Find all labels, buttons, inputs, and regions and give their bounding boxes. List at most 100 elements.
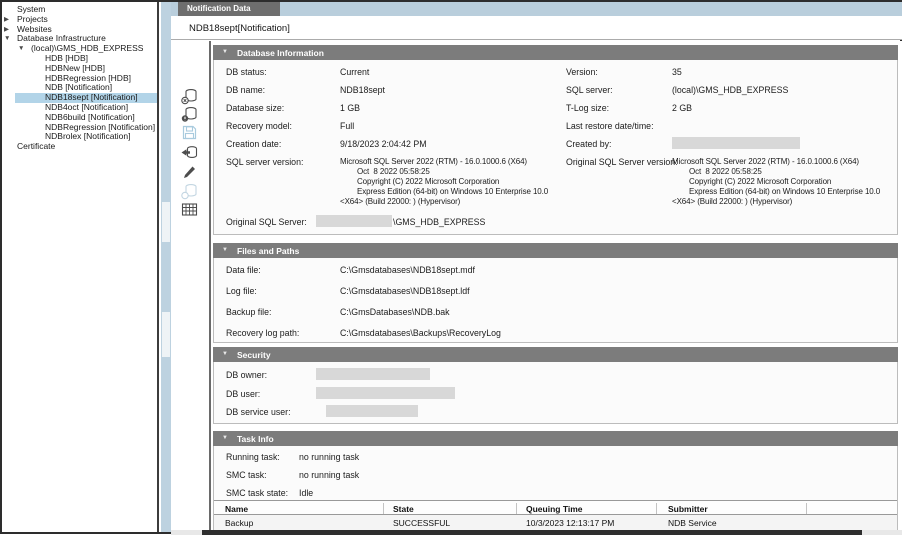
task-table: Name State Queuing Time Submitter Backup… [214,500,897,530]
field-value: no running task [299,470,359,480]
field-label: DB status: [226,67,267,77]
field-label: Recovery log path: [226,328,299,338]
table-grid-icon [181,201,198,218]
redacted-db-service-user [326,405,418,417]
column-divider [383,503,384,514]
save-button[interactable] [180,124,198,141]
field-label: Data file: [226,265,261,275]
field-value: 9/18/2023 2:04:42 PM [340,139,427,149]
scrollbar-thumb[interactable] [162,312,170,357]
column-header[interactable]: Submitter [668,504,708,514]
field-label: Log file: [226,286,257,296]
task-table-header: Name State Queuing Time Submitter [214,500,897,515]
scrollbar-thumb[interactable] [162,202,170,242]
create-database-button[interactable] [180,183,198,200]
restore-database-button[interactable] [180,144,198,161]
field-value: (local)\GMS_HDB_EXPRESS [672,85,788,95]
section-title: Database Information [237,48,324,58]
field-label: Version: [566,67,598,77]
create-database-icon [181,183,198,200]
toolbar [171,41,209,532]
section-database-information: ▼ Database Information DB status: Curren… [213,45,898,235]
field-label: Original SQL Server: [226,217,307,227]
section-header-database-information[interactable]: ▼ Database Information [213,45,898,60]
field-value: Microsoft SQL Server 2022 (RTM) - 16.0.1… [672,157,880,207]
field-value: C:\GmsDatabases\NDB.bak [340,307,450,317]
app-window: System▶Projects▶Websites▼Database Infras… [0,0,902,534]
field-label: DB user: [226,389,260,399]
table-row[interactable]: Backup SUCCESSFUL 10/3/2023 12:13:17 PM … [214,515,897,530]
save-icon [181,124,198,141]
field-label: SQL server: [566,85,613,95]
cell-name: Backup [225,518,253,528]
chevron-down-icon[interactable]: ▼ [18,44,24,54]
field-label: Last restore date/time: [566,121,654,131]
horizontal-scrollbar[interactable] [171,530,902,535]
field-value: C:\Gmsdatabases\NDB18sept.mdf [340,265,475,275]
chevron-right-icon[interactable]: ▶ [4,15,9,25]
field-value: \GMS_HDB_EXPRESS [393,217,485,227]
detach-database-icon [181,88,198,105]
section-header-security[interactable]: ▼ Security [213,347,898,362]
field-label: Recovery model: [226,121,292,131]
navigation-tree: System▶Projects▶Websites▼Database Infras… [2,2,159,532]
column-header[interactable]: State [393,504,414,514]
field-label: Creation date: [226,139,281,149]
column-header[interactable]: Name [225,504,248,514]
page-title-bar: NDB18sept[Notification] [171,16,902,40]
table-view-button[interactable] [180,201,198,218]
chevron-right-icon[interactable]: ▶ [4,25,9,35]
collapse-icon[interactable]: ▼ [222,247,228,253]
field-label: SQL server version: [226,157,303,167]
column-divider [806,503,807,514]
field-value: 2 GB [672,103,692,113]
field-label: Created by: [566,139,611,149]
restore-database-icon [181,144,198,161]
section-security: ▼ Security DB owner: DB user: DB service… [213,347,898,424]
section-title: Files and Paths [237,246,299,256]
redacted-created-by [672,137,800,149]
section-title: Task Info [237,434,274,444]
page-title: NDB18sept[Notification] [189,23,290,34]
column-header[interactable]: Queuing Time [526,504,583,514]
edit-button[interactable] [180,164,198,181]
tab-bar: Notification Data [171,2,902,16]
section-header-task-info[interactable]: ▼ Task Info [213,431,898,446]
field-label: Original SQL Server version: [566,157,678,167]
field-label: Backup file: [226,307,271,317]
field-label: DB owner: [226,370,267,380]
field-value: NDB18sept [340,85,385,95]
field-label: DB name: [226,85,265,95]
database-info-icon [181,106,198,123]
detach-database-button[interactable] [180,88,198,105]
field-value: Microsoft SQL Server 2022 (RTM) - 16.0.1… [340,157,548,207]
redacted-server-name [316,215,392,227]
field-label: T-Log size: [566,103,609,113]
redacted-db-user [316,387,455,399]
field-value: 35 [672,67,682,77]
field-label: SMC task state: [226,488,288,498]
tab-notification-data[interactable]: Notification Data [178,2,280,16]
database-info-button[interactable] [180,106,198,123]
field-label: Running task: [226,452,280,462]
cell-state: SUCCESSFUL [393,518,450,528]
collapse-icon[interactable]: ▼ [222,351,228,357]
chevron-down-icon[interactable]: ▼ [4,34,10,44]
tree-scrollbar[interactable] [161,2,171,532]
section-files-and-paths: ▼ Files and Paths Data file: C:\Gmsdatab… [213,243,898,343]
field-value: no running task [299,452,359,462]
field-label: SMC task: [226,470,267,480]
tree-item-label: Certificate [2,142,55,152]
field-value: C:\Gmsdatabases\NDB18sept.ldf [340,286,470,296]
collapse-icon[interactable]: ▼ [222,435,228,441]
scrollbar-thumb[interactable] [202,530,862,535]
cell-queuing-time: 10/3/2023 12:13:17 PM [526,518,614,528]
field-label: DB service user: [226,407,291,417]
cell-submitter: NDB Service [668,518,717,528]
section-header-files-and-paths[interactable]: ▼ Files and Paths [213,243,898,258]
collapse-icon[interactable]: ▼ [222,49,228,55]
field-value: 1 GB [340,103,360,113]
section-title: Security [237,350,271,360]
field-value: Idle [299,488,313,498]
tree-item[interactable]: Certificate [2,142,157,152]
